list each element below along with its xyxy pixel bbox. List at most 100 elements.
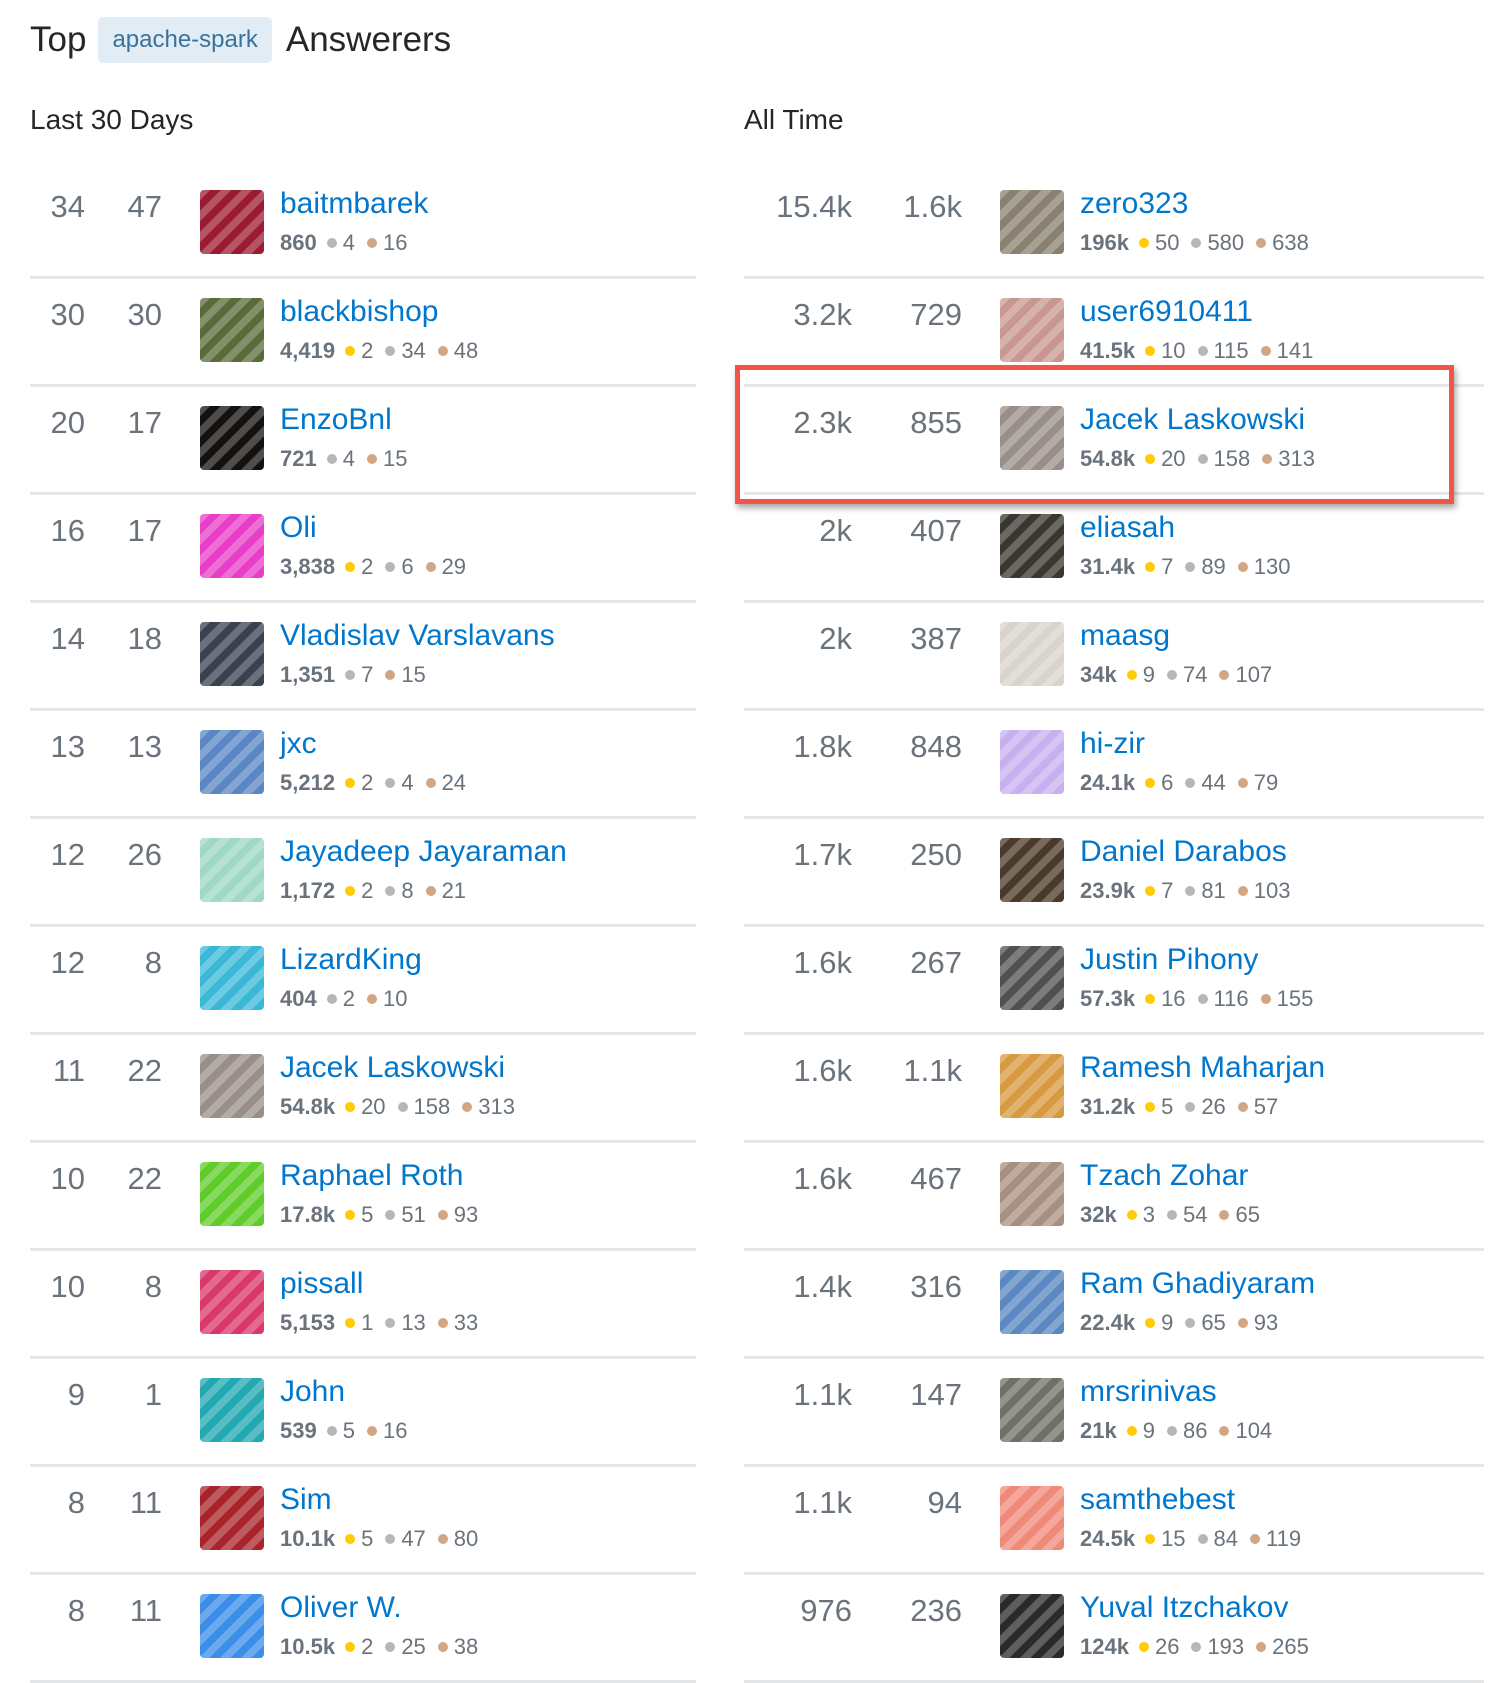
user-name-link[interactable]: Vladislav Varslavans: [280, 619, 555, 653]
avatar[interactable]: [1000, 730, 1064, 794]
avatar[interactable]: [200, 1054, 264, 1118]
badge-bronze-count: 38: [453, 1634, 479, 1659]
answers-count: 11: [129, 1593, 162, 1628]
user-name-link[interactable]: user6910411: [1080, 295, 1253, 329]
badge-gold: 9: [1145, 1310, 1173, 1336]
badge-gold: 10: [1145, 338, 1186, 364]
user-name-link[interactable]: zero323: [1080, 187, 1188, 221]
answers-count: 467: [910, 1161, 962, 1196]
avatar[interactable]: [200, 1378, 264, 1442]
avatar[interactable]: [1000, 1594, 1064, 1658]
avatar[interactable]: [200, 946, 264, 1010]
user-name-link[interactable]: eliasah: [1080, 511, 1175, 545]
avatar[interactable]: [200, 1162, 264, 1226]
score-value: 34: [50, 189, 85, 224]
silver-badge-icon: [345, 670, 356, 680]
user-name-link[interactable]: samthebest: [1080, 1483, 1235, 1517]
user-name-link[interactable]: Yuval Itzchakov: [1080, 1591, 1288, 1625]
badge-silver: 13: [385, 1310, 426, 1336]
badge-gold: 2: [345, 878, 373, 904]
score-value: 1.6k: [793, 945, 852, 980]
score-value: 2k: [819, 513, 852, 548]
user-name-link[interactable]: jxc: [280, 727, 317, 761]
avatar[interactable]: [200, 838, 264, 902]
badge-silver: 4: [326, 446, 355, 472]
user-name-link[interactable]: John: [280, 1375, 345, 1409]
user-name-link[interactable]: baitmbarek: [280, 187, 428, 221]
user-name-link[interactable]: Jacek Laskowski: [280, 1051, 505, 1085]
user-name-link[interactable]: Jayadeep Jayaraman: [280, 835, 567, 869]
badge-silver: 7: [345, 662, 373, 688]
avatar[interactable]: [1000, 1486, 1064, 1550]
avatar[interactable]: [200, 190, 264, 254]
avatar[interactable]: [200, 1486, 264, 1550]
avatar[interactable]: [1000, 1162, 1064, 1226]
badge-bronze: 15: [366, 446, 407, 472]
user-name-link[interactable]: blackbishop: [280, 295, 438, 329]
user-name-link[interactable]: Ram Ghadiyaram: [1080, 1267, 1315, 1301]
user-stats: 31.4k 7 89 130: [1080, 554, 1303, 580]
answers-count: 267: [910, 945, 962, 980]
user-name-link[interactable]: Oliver W.: [280, 1591, 402, 1625]
avatar[interactable]: [200, 406, 264, 470]
avatar[interactable]: [1000, 838, 1064, 902]
user-name-link[interactable]: Daniel Darabos: [1080, 835, 1287, 869]
answers-count: 316: [910, 1269, 962, 1304]
badge-bronze-count: 313: [478, 1094, 515, 1119]
badge-silver-count: 7: [361, 662, 374, 687]
bronze-badge-icon: [425, 886, 436, 896]
avatar[interactable]: [1000, 946, 1064, 1010]
avatar[interactable]: [1000, 298, 1064, 362]
user-name-link[interactable]: hi-zir: [1080, 727, 1145, 761]
avatar[interactable]: [1000, 1378, 1064, 1442]
silver-badge-icon: [326, 238, 337, 248]
alltime-heading: All Time: [744, 104, 844, 135]
reputation: 32k: [1080, 1202, 1117, 1227]
badge-gold-count: 10: [1161, 338, 1186, 363]
user-stats: 54.8k 20 158 313: [280, 1094, 527, 1120]
avatar[interactable]: [1000, 514, 1064, 578]
silver-badge-icon: [385, 778, 396, 788]
user-name-link[interactable]: LizardKing: [280, 943, 422, 977]
avatar[interactable]: [1000, 622, 1064, 686]
avatar[interactable]: [1000, 190, 1064, 254]
badge-gold-count: 5: [361, 1202, 374, 1227]
silver-badge-icon: [385, 886, 396, 896]
user-stats: 10.1k 5 47 80: [280, 1526, 490, 1552]
reputation: 17.8k: [280, 1202, 336, 1227]
user-name-link[interactable]: Ramesh Maharjan: [1080, 1051, 1325, 1085]
badge-gold: 50: [1138, 230, 1179, 256]
avatar[interactable]: [200, 514, 264, 578]
user-name-link[interactable]: maasg: [1080, 619, 1170, 653]
user-stats: 23.9k 7 81 103: [1080, 878, 1303, 904]
badge-gold: 2: [345, 554, 373, 580]
badge-silver-count: 74: [1182, 662, 1208, 687]
avatar[interactable]: [1000, 1270, 1064, 1334]
user-name-link[interactable]: Sim: [280, 1483, 332, 1517]
avatar[interactable]: [200, 1594, 264, 1658]
avatar[interactable]: [200, 298, 264, 362]
silver-badge-icon: [1185, 1318, 1196, 1328]
user-name-link[interactable]: Tzach Zohar: [1080, 1159, 1248, 1193]
avatar[interactable]: [1000, 406, 1064, 470]
user-name-link[interactable]: Justin Pihony: [1080, 943, 1258, 977]
user-name-link[interactable]: Raphael Roth: [280, 1159, 463, 1193]
avatar[interactable]: [1000, 1054, 1064, 1118]
bronze-badge-icon: [1237, 886, 1248, 896]
badge-bronze-count: 119: [1266, 1526, 1302, 1551]
user-name-link[interactable]: Jacek Laskowski: [1080, 403, 1305, 437]
badge-bronze: 79: [1237, 770, 1278, 796]
user-name-link[interactable]: pissall: [280, 1267, 363, 1301]
badge-gold: 6: [1145, 770, 1173, 796]
avatar[interactable]: [200, 622, 264, 686]
reputation: 22.4k: [1080, 1310, 1136, 1335]
gold-badge-icon: [345, 778, 356, 788]
tag-apache-spark[interactable]: apache-spark: [98, 17, 272, 63]
avatar[interactable]: [200, 730, 264, 794]
avatar[interactable]: [200, 1270, 264, 1334]
user-name-link[interactable]: mrsrinivas: [1080, 1375, 1217, 1409]
score-value: 12: [50, 945, 85, 980]
user-name-link[interactable]: EnzoBnl: [280, 403, 392, 437]
badge-silver: 89: [1185, 554, 1226, 580]
user-name-link[interactable]: Oli: [280, 511, 317, 545]
